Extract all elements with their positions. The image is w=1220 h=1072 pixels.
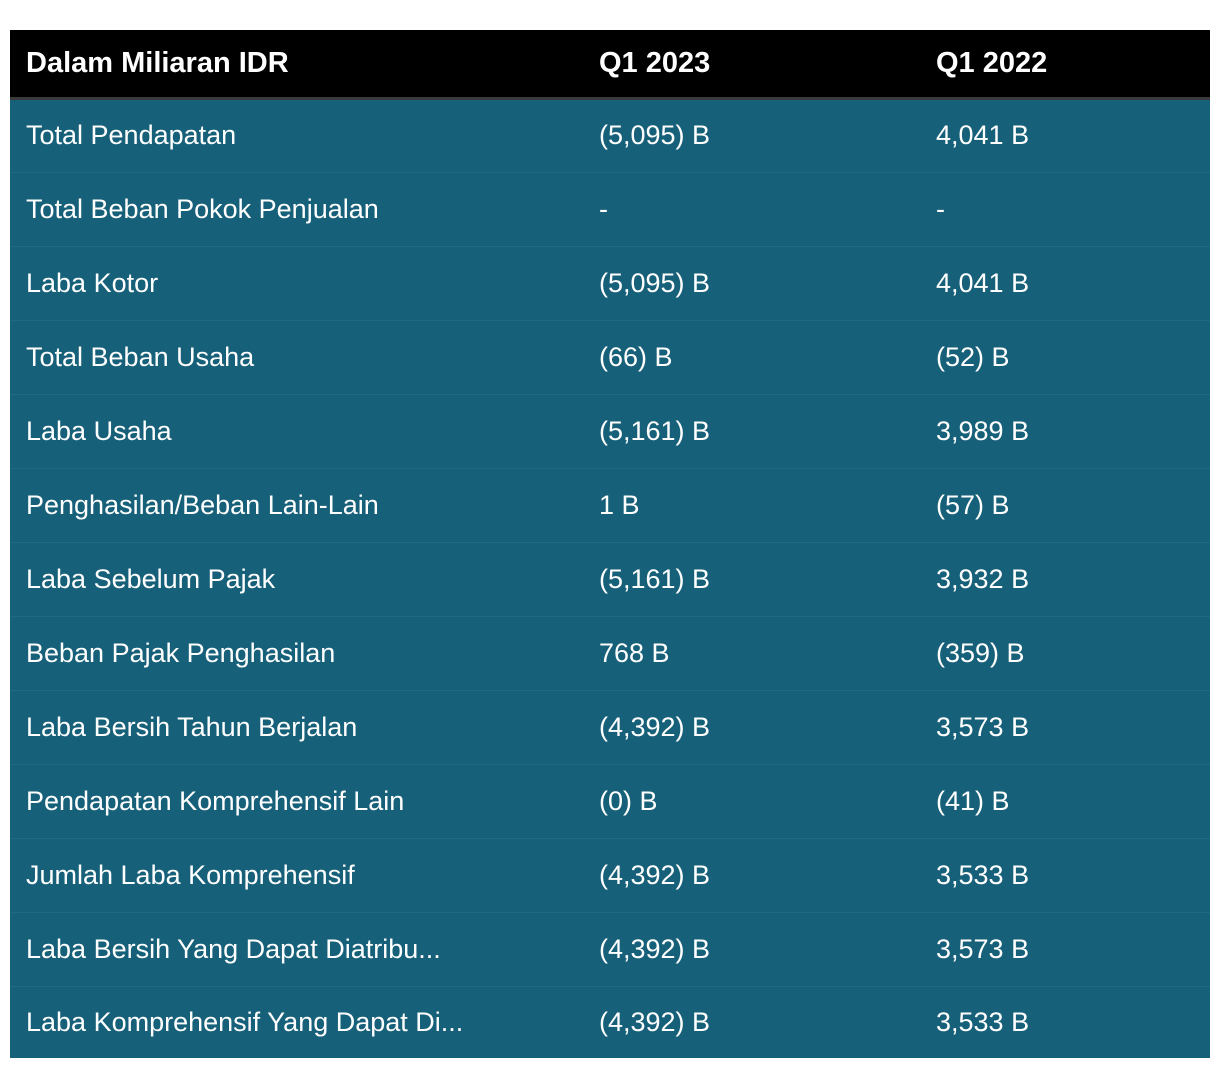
row-label: Laba Bersih Yang Dapat Diatribu...	[26, 933, 441, 964]
header-q1-2023: Q1 2023	[599, 46, 711, 79]
row-value-q1-2022: (57) B	[936, 489, 1010, 520]
row-label: Laba Bersih Tahun Berjalan	[26, 711, 358, 742]
row-value-q1-2023: -	[599, 193, 608, 224]
row-label: Laba Usaha	[26, 415, 172, 446]
header-row: Dalam Miliaran IDR Q1 2023 Q1 2022	[10, 30, 1210, 98]
table-row: Laba Bersih Yang Dapat Diatribu... (4,39…	[10, 912, 1210, 986]
row-label: Total Beban Usaha	[26, 341, 255, 372]
row-value-q1-2022: 3,932 B	[936, 563, 1030, 594]
row-value-q1-2023: (5,161) B	[599, 415, 711, 446]
row-value-q1-2022: 3,533 B	[936, 859, 1030, 890]
row-value-q1-2022: 3,533 B	[936, 1006, 1030, 1037]
header-label-column: Dalam Miliaran IDR	[26, 46, 289, 79]
table-row: Jumlah Laba Komprehensif (4,392) B 3,533…	[10, 838, 1210, 912]
row-value-q1-2022: 4,041 B	[936, 120, 1030, 150]
row-value-q1-2023: (5,095) B	[599, 120, 711, 150]
table-row: Pendapatan Komprehensif Lain (0) B (41) …	[10, 764, 1210, 838]
row-value-q1-2022: (41) B	[936, 785, 1010, 816]
row-label: Laba Komprehensif Yang Dapat Di...	[26, 1006, 464, 1037]
row-value-q1-2022: 3,573 B	[936, 711, 1030, 742]
table-row: Penghasilan/Beban Lain-Lain 1 B (57) B	[10, 468, 1210, 542]
row-label: Beban Pajak Penghasilan	[26, 637, 336, 668]
table-row: Laba Bersih Tahun Berjalan (4,392) B 3,5…	[10, 690, 1210, 764]
row-value-q1-2023: (4,392) B	[599, 1006, 711, 1037]
row-value-q1-2023: (5,095) B	[599, 267, 711, 298]
table-row: Beban Pajak Penghasilan 768 B (359) B	[10, 616, 1210, 690]
row-value-q1-2023: (4,392) B	[599, 859, 711, 890]
row-value-q1-2022: 3,989 B	[936, 415, 1030, 446]
row-value-q1-2023: (0) B	[599, 785, 658, 816]
table-row: Laba Usaha (5,161) B 3,989 B	[10, 394, 1210, 468]
income-statement-table: Dalam Miliaran IDR Q1 2023 Q1 2022 Total…	[10, 30, 1210, 1058]
row-label: Total Beban Pokok Penjualan	[26, 193, 379, 224]
table-row: Laba Sebelum Pajak (5,161) B 3,932 B	[10, 542, 1210, 616]
row-value-q1-2022: 4,041 B	[936, 267, 1030, 298]
row-value-q1-2023: 768 B	[599, 637, 670, 668]
table-row: Total Beban Usaha (66) B (52) B	[10, 320, 1210, 394]
row-value-q1-2023: (66) B	[599, 341, 673, 372]
row-value-q1-2023: (4,392) B	[599, 711, 711, 742]
financial-table-container: Dalam Miliaran IDR Q1 2023 Q1 2022 Total…	[10, 30, 1210, 1058]
row-value-q1-2022: 3,573 B	[936, 933, 1030, 964]
table-row: Laba Komprehensif Yang Dapat Di... (4,39…	[10, 986, 1210, 1058]
row-value-q1-2022: (359) B	[936, 637, 1025, 668]
row-label: Jumlah Laba Komprehensif	[26, 859, 355, 890]
header-q1-2022: Q1 2022	[936, 46, 1048, 79]
row-label: Laba Kotor	[26, 267, 159, 298]
table-header: Dalam Miliaran IDR Q1 2023 Q1 2022	[10, 30, 1210, 98]
row-label: Pendapatan Komprehensif Lain	[26, 785, 405, 816]
table-body: Total Pendapatan (5,095) B 4,041 B Total…	[10, 98, 1210, 1058]
row-label: Penghasilan/Beban Lain-Lain	[26, 489, 379, 520]
row-label: Laba Sebelum Pajak	[26, 563, 276, 594]
table-row: Laba Kotor (5,095) B 4,041 B	[10, 246, 1210, 320]
row-value-q1-2023: (4,392) B	[599, 933, 711, 964]
row-value-q1-2023: 1 B	[599, 489, 640, 520]
row-value-q1-2023: (5,161) B	[599, 563, 711, 594]
table-row: Total Pendapatan (5,095) B 4,041 B	[10, 98, 1210, 172]
row-value-q1-2022: -	[936, 193, 945, 224]
table-row: Total Beban Pokok Penjualan - -	[10, 172, 1210, 246]
row-value-q1-2022: (52) B	[936, 341, 1010, 372]
row-label: Total Pendapatan	[26, 120, 237, 150]
